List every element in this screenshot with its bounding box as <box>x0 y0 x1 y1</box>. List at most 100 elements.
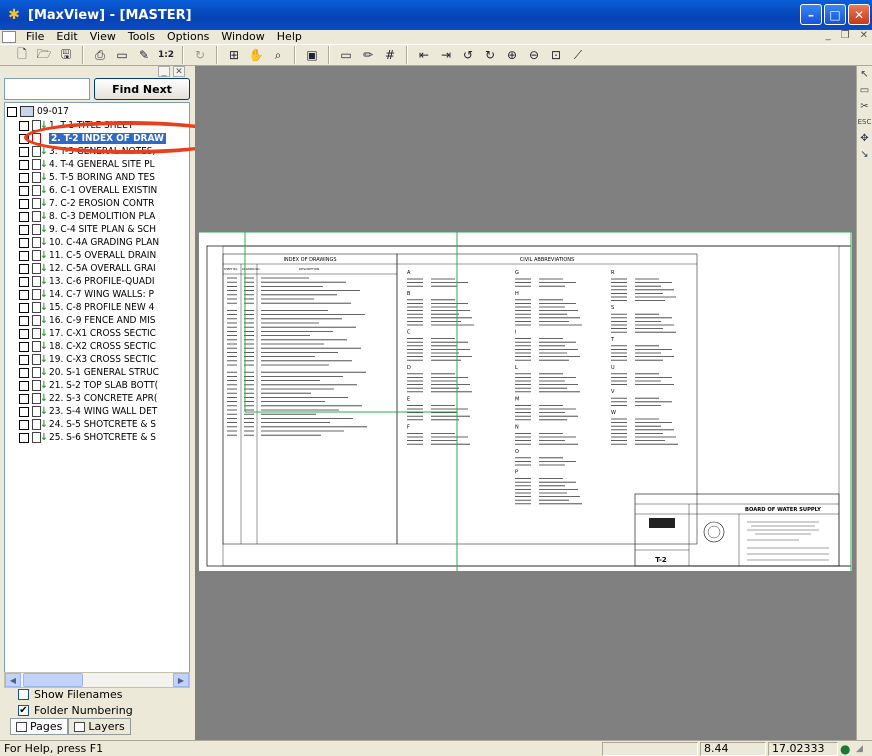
scroll-left-icon[interactable]: ◀ <box>5 673 21 687</box>
tree-page-item[interactable]: ↓ 14. C-7 WING WALLS: P <box>19 288 154 301</box>
tree-page-item[interactable]: ↓ 10. C-4A GRADING PLAN <box>19 236 159 249</box>
text-tool-icon[interactable]: ESC <box>857 114 872 130</box>
tree-page-item[interactable]: ↓ 16. C-9 FENCE AND MIS <box>19 314 155 327</box>
open-icon[interactable]: 🗁 <box>34 46 54 64</box>
grid-icon[interactable]: # <box>380 46 400 64</box>
page-checkbox[interactable] <box>19 172 29 183</box>
page-checkbox[interactable] <box>19 120 29 131</box>
menu-help[interactable]: Help <box>271 30 308 44</box>
maximize-button[interactable]: □ <box>824 4 846 25</box>
tree-page-item[interactable]: ↓ 11. C-5 OVERALL DRAIN <box>19 249 156 262</box>
zoom-in-icon[interactable]: ⊕ <box>502 46 522 64</box>
tree-page-item[interactable]: ↓ 25. S-6 SHOTCRETE & S <box>19 431 156 444</box>
page-checkbox[interactable] <box>19 393 29 404</box>
tree-page-item[interactable]: ↓ 8. C-3 DEMOLITION PLA <box>19 210 155 223</box>
next-page-icon[interactable]: ⇥ <box>436 46 456 64</box>
menu-options[interactable]: Options <box>161 30 215 44</box>
mdi-restore-icon[interactable]: ❐ <box>841 30 850 41</box>
menu-tools[interactable]: Tools <box>122 30 161 44</box>
new-icon[interactable]: 🗋 <box>12 46 32 64</box>
page-checkbox[interactable] <box>19 198 29 209</box>
rotate-icon[interactable]: ↻ <box>190 46 210 64</box>
menu-view[interactable]: View <box>84 30 122 44</box>
page-view-icon[interactable]: ▭ <box>112 46 132 64</box>
tree-page-item[interactable]: ↓ 9. C-4 SITE PLAN & SCH <box>19 223 156 236</box>
tree-page-item[interactable]: ↓ 6. C-1 OVERALL EXISTIN <box>19 184 157 197</box>
page-checkbox[interactable] <box>19 250 29 261</box>
tab-pages[interactable]: Pages <box>10 718 69 735</box>
highlight-icon[interactable]: ▭ <box>336 46 356 64</box>
measure-icon[interactable]: ⟋ <box>568 46 588 64</box>
folder-numbering-option[interactable]: ✔ Folder Numbering <box>18 703 133 717</box>
scroll-right-icon[interactable]: ▶ <box>173 673 189 687</box>
scroll-thumb[interactable] <box>23 673 83 687</box>
menu-file[interactable]: File <box>20 30 50 44</box>
tab-layers[interactable]: Layers <box>68 718 131 735</box>
tree-page-item[interactable]: ↓ 22. S-3 CONCRETE APR( <box>19 392 157 405</box>
select-tool-icon[interactable]: ↖ <box>857 66 872 82</box>
close-button[interactable]: ✕ <box>848 4 870 25</box>
panel-close-icon[interactable]: ✕ <box>173 66 185 77</box>
tree-page-item[interactable]: ↓ 13. C-6 PROFILE-QUADI <box>19 275 155 288</box>
zoom-area-icon[interactable]: ⌕ <box>268 46 288 64</box>
tree-page-item[interactable]: ↓ 23. S-4 WING WALL DET <box>19 405 157 418</box>
tree-page-item[interactable]: ↓ 20. S-1 GENERAL STRUC <box>19 366 159 379</box>
page-checkbox[interactable] <box>19 367 29 378</box>
resize-grip-icon[interactable]: ◢ <box>856 744 872 754</box>
tree-page-item[interactable]: ↓ 15. C-8 PROFILE NEW 4 <box>19 301 154 314</box>
tree-root[interactable]: 09-017 <box>7 105 69 118</box>
page-checkbox[interactable] <box>19 406 29 417</box>
menu-edit[interactable]: Edit <box>50 30 83 44</box>
prev-page-icon[interactable]: ⇤ <box>414 46 434 64</box>
show-filenames-option[interactable]: Show Filenames <box>18 687 123 701</box>
tree-page-item[interactable]: ↓ 5. T-5 BORING AND TES <box>19 171 155 184</box>
page-checkbox[interactable] <box>19 354 29 365</box>
tree-page-item[interactable]: ↓ 12. C-5A OVERALL GRAI <box>19 262 156 275</box>
page-checkbox[interactable] <box>19 224 29 235</box>
pencil-icon[interactable]: ✏ <box>358 46 378 64</box>
fit-icon[interactable]: ⊞ <box>224 46 244 64</box>
mdi-minimize-icon[interactable]: _ <box>826 30 831 41</box>
rotate-left-icon[interactable]: ↺ <box>458 46 478 64</box>
rotate-right-icon[interactable]: ↻ <box>480 46 500 64</box>
page-checkbox[interactable] <box>19 237 29 248</box>
frame-icon[interactable]: ▣ <box>302 46 322 64</box>
page-checkbox[interactable] <box>19 276 29 287</box>
drawing-sheet[interactable]: INDEX OF DRAWINGS SHEET NO. DRAWING NO. … <box>199 232 852 571</box>
page-checkbox[interactable] <box>19 302 29 313</box>
page-checkbox[interactable] <box>19 380 29 391</box>
folder-numbering-checkbox[interactable]: ✔ <box>18 704 29 716</box>
page-checkbox[interactable] <box>19 315 29 326</box>
tree-page-item[interactable]: ↓ 19. C-X3 CROSS SECTIC <box>19 353 156 366</box>
page-checkbox[interactable] <box>19 419 29 430</box>
tree-page-item[interactable]: ↓ 7. C-2 EROSION CONTR <box>19 197 154 210</box>
page-checkbox[interactable] <box>19 289 29 300</box>
find-next-button[interactable]: Find Next <box>94 78 190 100</box>
horizontal-scrollbar[interactable]: ◀ ▶ <box>4 672 190 688</box>
root-checkbox[interactable] <box>7 106 17 117</box>
page-checkbox[interactable] <box>19 211 29 222</box>
tree-page-item[interactable]: ↓ 17. C-X1 CROSS SECTIC <box>19 327 156 340</box>
tree-page-item[interactable]: ↓ 24. S-5 SHOTCRETE & S <box>19 418 156 431</box>
menu-window[interactable]: Window <box>215 30 270 44</box>
page-checkbox[interactable] <box>19 159 29 170</box>
page-checkbox[interactable] <box>19 328 29 339</box>
stamp-tool-icon[interactable]: ✂ <box>857 98 872 114</box>
find-input[interactable] <box>4 78 90 100</box>
save-icon[interactable]: 🖫 <box>56 46 76 64</box>
print-icon[interactable]: ⎙ <box>90 46 110 64</box>
document-view[interactable]: INDEX OF DRAWINGS SHEET NO. DRAWING NO. … <box>195 66 856 740</box>
zoom-window-icon[interactable]: ⊡ <box>546 46 566 64</box>
pages-tree[interactable]: 09-017 ↓ 1. T-1 TITLE SHEET 2. T-2 INDEX O… <box>4 102 190 674</box>
panel-minimize-icon[interactable]: _ <box>158 66 170 77</box>
scale-1-2-icon[interactable]: 1:2 <box>156 46 176 64</box>
markup-tool-icon[interactable]: ▭ <box>857 82 872 98</box>
page-checkbox[interactable] <box>19 263 29 274</box>
mdi-close-icon[interactable]: ✕ <box>860 30 868 41</box>
zoom-out-icon[interactable]: ⊖ <box>524 46 544 64</box>
tree-page-item[interactable]: ↓ 18. C-X2 CROSS SECTIC <box>19 340 156 353</box>
pan-hand-icon[interactable]: ✋ <box>246 46 266 64</box>
minimize-button[interactable]: – <box>800 4 822 25</box>
page-checkbox[interactable] <box>19 432 29 443</box>
annotate-icon[interactable]: ✎ <box>134 46 154 64</box>
